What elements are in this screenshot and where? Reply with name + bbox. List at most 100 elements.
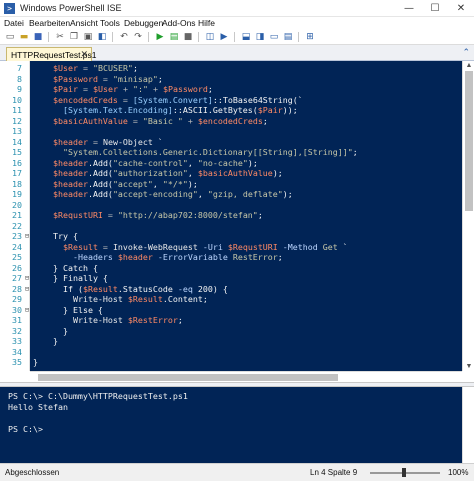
code-line[interactable]: 22: [0, 220, 462, 231]
show-script-max-icon[interactable]: ▭: [268, 31, 280, 43]
code-token: Write-Host: [33, 294, 123, 304]
console-prompt[interactable]: PS C:\>: [8, 424, 43, 434]
code-line[interactable]: 23 ⊟ Try {: [0, 231, 462, 242]
code-line[interactable]: 12 $basicAuthValue = "Basic " + $encoded…: [0, 115, 462, 127]
clear-icon[interactable]: ◧: [96, 31, 108, 43]
code-line[interactable]: 13: [0, 126, 462, 137]
maximize-button[interactable]: ☐: [422, 0, 448, 17]
code-line[interactable]: 29 Write-Host $Result.Content;: [0, 294, 462, 305]
run-selection-icon[interactable]: ▤: [168, 31, 180, 43]
code-line[interactable]: 30 ⊟ } Else {: [0, 304, 462, 316]
line-number: 35: [0, 357, 22, 368]
code-line[interactable]: 17 $header.Add("authorization", $basicAu…: [0, 168, 462, 179]
code-line[interactable]: 32 }: [0, 325, 462, 337]
code-token: $header: [33, 157, 88, 168]
open-file-icon[interactable]: ▬: [18, 31, 30, 43]
code-line[interactable]: 11 [System.Text.Encoding]::ASCII.GetByte…: [0, 105, 462, 116]
code-token: "BCUSER": [92, 63, 133, 73]
menu-datei[interactable]: Datei: [4, 18, 24, 28]
new-remote-tab-icon[interactable]: ◫: [204, 31, 216, 43]
code-text: Try {: [33, 231, 78, 242]
undo-icon[interactable]: ↶: [118, 31, 130, 43]
collapse-script-pane-icon[interactable]: ⌃: [462, 47, 470, 58]
menu-debuggen[interactable]: Debuggen: [124, 18, 163, 28]
paste-icon[interactable]: ▣: [82, 31, 94, 43]
tab-close-icon[interactable]: ✕: [80, 49, 88, 60]
fold-toggle-icon[interactable]: ⊟: [23, 273, 31, 284]
code-line[interactable]: 18 $header.Add("accept", "*/*");: [0, 178, 462, 189]
code-line[interactable]: 21 $RequstURI = "http://abap702:8000/ste…: [0, 210, 462, 221]
show-script-right-icon[interactable]: ◨: [254, 31, 266, 43]
code-token: +: [182, 115, 198, 126]
fold-toggle-icon[interactable]: ⊟: [23, 231, 31, 242]
save-icon[interactable]: ■: [32, 31, 44, 43]
line-number: 16: [0, 157, 22, 168]
code-line[interactable]: 34: [0, 346, 462, 357]
code-line[interactable]: 7 $User = "BCUSER";: [0, 63, 462, 74]
code-line[interactable]: 14 $header = New-Object `: [0, 136, 462, 147]
code-token: $header: [33, 189, 88, 199]
run-icon[interactable]: ▶: [154, 31, 166, 43]
code-token: "http://abap702:8000/stefan": [117, 210, 258, 220]
code-line[interactable]: 27 ⊟ } Finally {: [0, 273, 462, 284]
commands-icon[interactable]: ⊞: [304, 31, 316, 43]
code-line[interactable]: 10 $encodedCreds = [System.Convert]::ToB…: [0, 94, 462, 105]
menu-ansicht[interactable]: Ansicht: [70, 18, 98, 28]
line-number: 29: [0, 294, 22, 305]
menu-add-ons[interactable]: Add-Ons: [162, 18, 196, 28]
line-number: 9: [0, 84, 22, 95]
scroll-down-icon[interactable]: ▼: [463, 363, 474, 370]
powershell-icon[interactable]: ▶: [218, 31, 230, 43]
code-line[interactable]: 15 "System.Collections.Generic.Dictionar…: [0, 147, 462, 158]
code-token: );: [187, 178, 198, 189]
code-token: ":": [132, 84, 148, 94]
code-token: =: [97, 241, 113, 252]
code-line[interactable]: 20: [0, 199, 462, 210]
menu-tools[interactable]: Tools: [100, 18, 120, 28]
code-line[interactable]: 33 }: [0, 336, 462, 347]
script-editor[interactable]: 7 $User = "BCUSER"; 8 $Password = "minisa…: [0, 61, 474, 371]
menu-bearbeiten[interactable]: Bearbeiten: [29, 18, 70, 28]
tab-httprequesttest[interactable]: HTTPRequestTest.ps1 ✕: [6, 47, 97, 61]
scroll-up-icon[interactable]: ▲: [463, 62, 474, 69]
code-line[interactable]: 25 -Headers $header -ErrorVariable RestE…: [0, 252, 462, 263]
code-line[interactable]: 24 $Result = Invoke-WebRequest -Uri $Req…: [0, 241, 462, 252]
code-token: $Password: [162, 84, 208, 94]
console-pane[interactable]: PS C:\> C:\Dummy\HTTPRequestTest.ps1 Hel…: [0, 387, 474, 463]
code-line[interactable]: 26 } Catch {: [0, 262, 462, 273]
code-line[interactable]: 35}: [0, 357, 462, 368]
menu-hilfe[interactable]: Hilfe: [198, 18, 215, 28]
copy-icon[interactable]: ❐: [68, 31, 80, 43]
code-text: } Finally {: [33, 273, 108, 284]
code-line[interactable]: 28 ⊟ If ($Result.StatusCode -eq 200) {: [0, 283, 462, 295]
code-text: $basicAuthValue = "Basic " + $encodedCre…: [33, 116, 268, 127]
code-text: }: [33, 326, 68, 337]
code-line[interactable]: 8 $Password = "minisap";: [0, 73, 462, 84]
stop-icon[interactable]: ■: [182, 31, 194, 43]
cut-icon[interactable]: ✂: [54, 31, 66, 43]
close-button[interactable]: ✕: [448, 0, 474, 17]
show-script-top-icon[interactable]: ⬓: [240, 31, 252, 43]
editor-horizontal-scrollbar[interactable]: [30, 371, 462, 382]
code-token: -Method: [277, 241, 323, 252]
code-line[interactable]: 16 $header.Add("cache-control", "no-cach…: [0, 157, 462, 168]
zoom-slider-thumb[interactable]: [402, 468, 406, 477]
code-token: "Basic ": [142, 115, 183, 126]
minimize-button[interactable]: —: [396, 0, 422, 17]
code-token: =: [117, 94, 133, 105]
code-token: $header: [33, 178, 88, 189]
scroll-thumb[interactable]: [465, 71, 473, 211]
code-line[interactable]: 19 $header.Add("accept-encoding", "gzip,…: [0, 189, 462, 200]
console-vertical-scrollbar[interactable]: [462, 387, 474, 463]
fold-toggle-icon[interactable]: ⊟: [23, 305, 31, 316]
editor-vertical-scrollbar[interactable]: ▲ ▼: [462, 61, 474, 371]
redo-icon[interactable]: ↷: [132, 31, 144, 43]
line-number: 18: [0, 178, 22, 189]
show-console-icon[interactable]: ▤: [282, 31, 294, 43]
scroll-thumb[interactable]: [38, 374, 338, 381]
code-line[interactable]: 9 $Pair = $User + ":" + $Password;: [0, 84, 462, 95]
code-line[interactable]: 31 Write-Host $RestError;: [0, 315, 462, 326]
new-file-icon[interactable]: ▭: [4, 31, 16, 43]
code-token: =: [77, 63, 93, 73]
fold-toggle-icon[interactable]: ⊟: [23, 284, 31, 295]
